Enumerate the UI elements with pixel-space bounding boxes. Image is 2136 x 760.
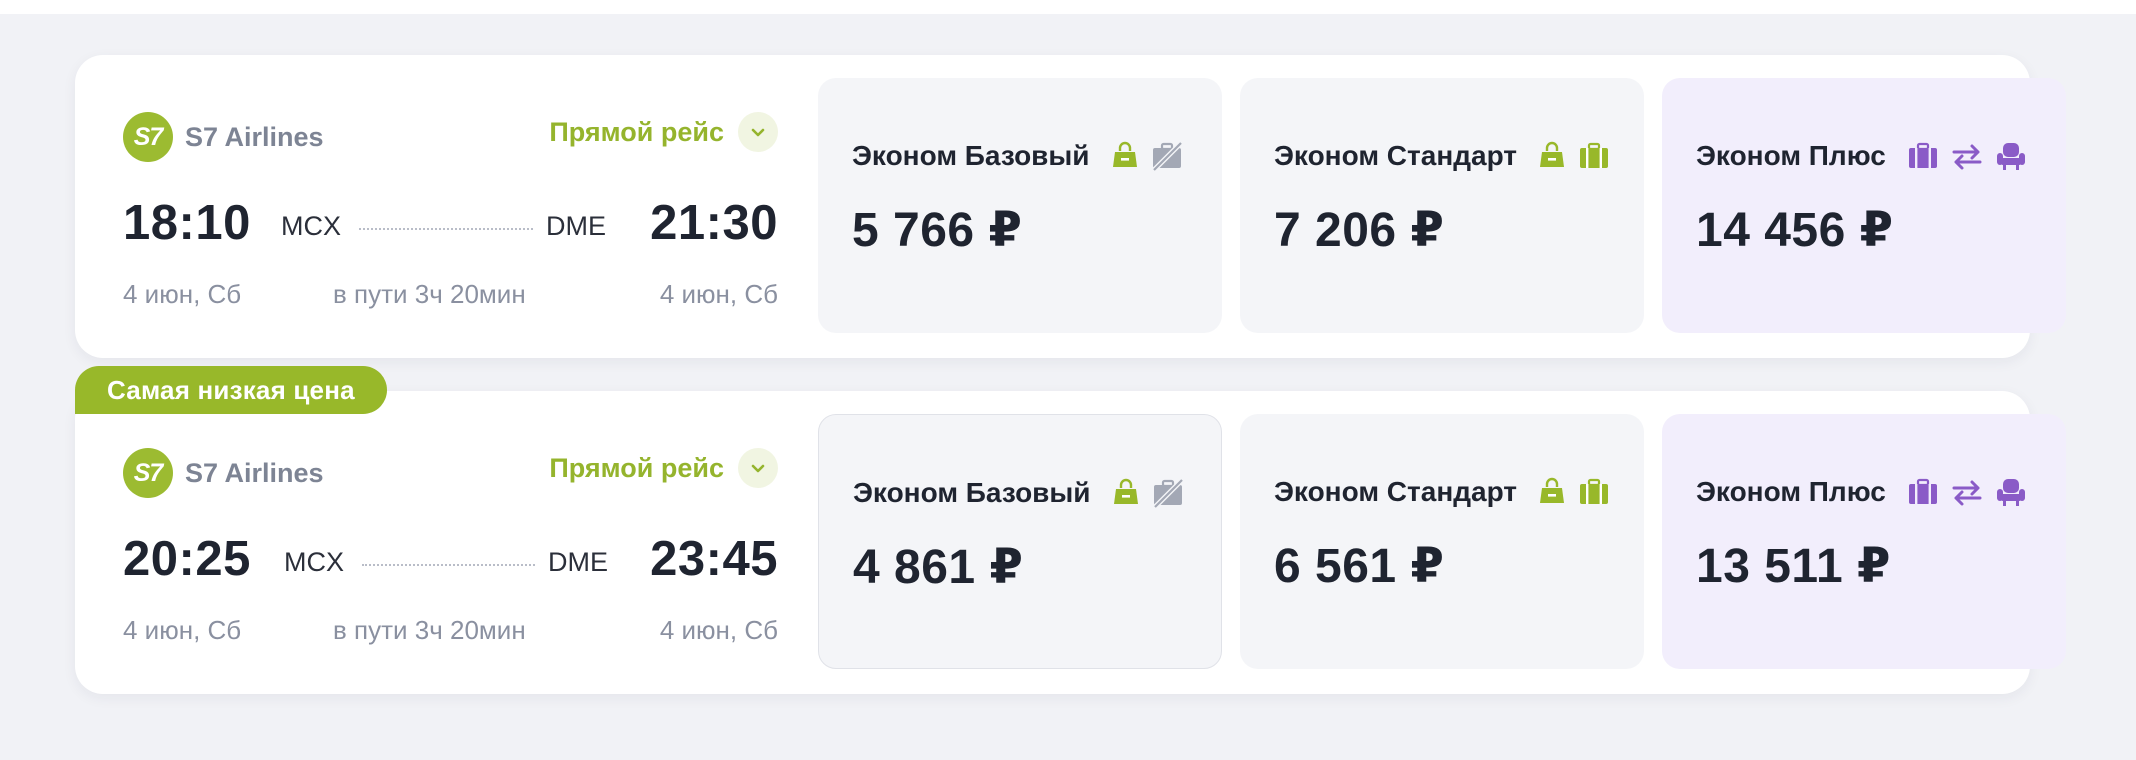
destination-code: DME — [548, 547, 608, 577]
fare-name: Эконом Стандарт — [1274, 140, 1518, 171]
fare-economy-plus[interactable]: Эконом Плюс 14 456 ₽ — [1662, 78, 2066, 333]
hand-bag-icon — [1537, 141, 1567, 171]
fare-price: 5 766 ₽ — [852, 204, 1023, 257]
fare-name: Эконом Базовый — [852, 140, 1090, 171]
destination-code: DME — [546, 211, 606, 241]
fare-economy-plus[interactable]: Эконом Плюс 13 511 ₽ — [1662, 414, 2066, 669]
fare-economy-basic[interactable]: Эконом Базовый 4 861 ₽ — [818, 414, 1222, 669]
chevron-down-icon[interactable] — [738, 448, 778, 488]
fare-price: 6 561 ₽ — [1274, 540, 1445, 593]
arrival-date: 4 июн, Сб — [659, 615, 778, 645]
departure-time: 20:25 — [123, 532, 251, 586]
flight-duration: в пути 3ч 20мин — [333, 279, 526, 309]
luggage-icon — [1906, 141, 1940, 171]
direct-flight-label: Прямой рейс — [549, 452, 724, 483]
flight-duration: в пути 3ч 20мин — [333, 615, 526, 645]
fare-economy-basic[interactable]: Эконом Базовый 5 766 ₽ — [818, 78, 1222, 333]
arrival-date: 4 июн, Сб — [659, 279, 778, 309]
departure-date: 4 июн, Сб — [123, 279, 242, 309]
top-band — [0, 0, 2136, 14]
luggage-icon — [1577, 477, 1611, 507]
no-luggage-icon — [1151, 478, 1185, 508]
flight-info: S7 S7 Airlines Прямой рейс 18:10 MCX DME… — [123, 55, 778, 358]
hand-bag-icon — [1537, 477, 1567, 507]
fare-price: 14 456 ₽ — [1696, 204, 1894, 257]
origin-code: MCX — [281, 211, 341, 241]
direct-flight-label: Прямой рейс — [549, 116, 724, 147]
arrival-time: 23:45 — [650, 532, 778, 586]
exchange-icon — [1950, 477, 1984, 507]
fare-name: Эконом Плюс — [1696, 140, 1886, 171]
airline-name: S7 Airlines — [185, 457, 324, 488]
departure-time: 18:10 — [123, 196, 251, 250]
fare-name: Эконом Плюс — [1696, 476, 1886, 507]
fare-economy-standard[interactable]: Эконом Стандарт 7 206 ₽ — [1240, 78, 1644, 333]
arrival-time: 21:30 — [650, 196, 778, 250]
fare-price: 13 511 ₽ — [1696, 540, 1891, 593]
flight-card[interactable]: S7 S7 Airlines Прямой рейс 20:25 MCX DME… — [75, 391, 2066, 694]
airline-logo: S7 — [123, 112, 173, 162]
no-luggage-icon — [1150, 141, 1184, 171]
fare-price: 4 861 ₽ — [853, 541, 1024, 594]
route-line — [362, 564, 535, 566]
exchange-icon — [1950, 141, 1984, 171]
hand-bag-icon — [1110, 141, 1140, 171]
luggage-icon — [1906, 477, 1940, 507]
hand-bag-icon — [1111, 478, 1141, 508]
airline: S7 S7 Airlines — [123, 112, 324, 162]
flight-card[interactable]: S7 S7 Airlines Прямой рейс 18:10 MCX DME… — [75, 55, 2066, 358]
fare-name: Эконом Базовый — [853, 477, 1091, 508]
chevron-down-icon[interactable] — [738, 112, 778, 152]
departure-date: 4 июн, Сб — [123, 615, 242, 645]
origin-code: MCX — [284, 547, 344, 577]
route-line — [359, 228, 533, 230]
seat-icon — [1994, 477, 2028, 507]
airline: S7 S7 Airlines — [123, 448, 324, 498]
airline-logo: S7 — [123, 448, 173, 498]
luggage-icon — [1577, 141, 1611, 171]
airline-name: S7 Airlines — [185, 121, 324, 152]
direct-flight-toggle[interactable]: Прямой рейс — [549, 112, 778, 152]
fare-economy-standard[interactable]: Эконом Стандарт 6 561 ₽ — [1240, 414, 1644, 669]
seat-icon — [1994, 141, 2028, 171]
flight-info: S7 S7 Airlines Прямой рейс 20:25 MCX DME… — [123, 391, 778, 694]
fare-price: 7 206 ₽ — [1274, 204, 1445, 257]
fare-name: Эконом Стандарт — [1274, 476, 1518, 507]
direct-flight-toggle[interactable]: Прямой рейс — [549, 448, 778, 488]
lowest-price-badge: Самая низкая цена — [75, 366, 387, 414]
